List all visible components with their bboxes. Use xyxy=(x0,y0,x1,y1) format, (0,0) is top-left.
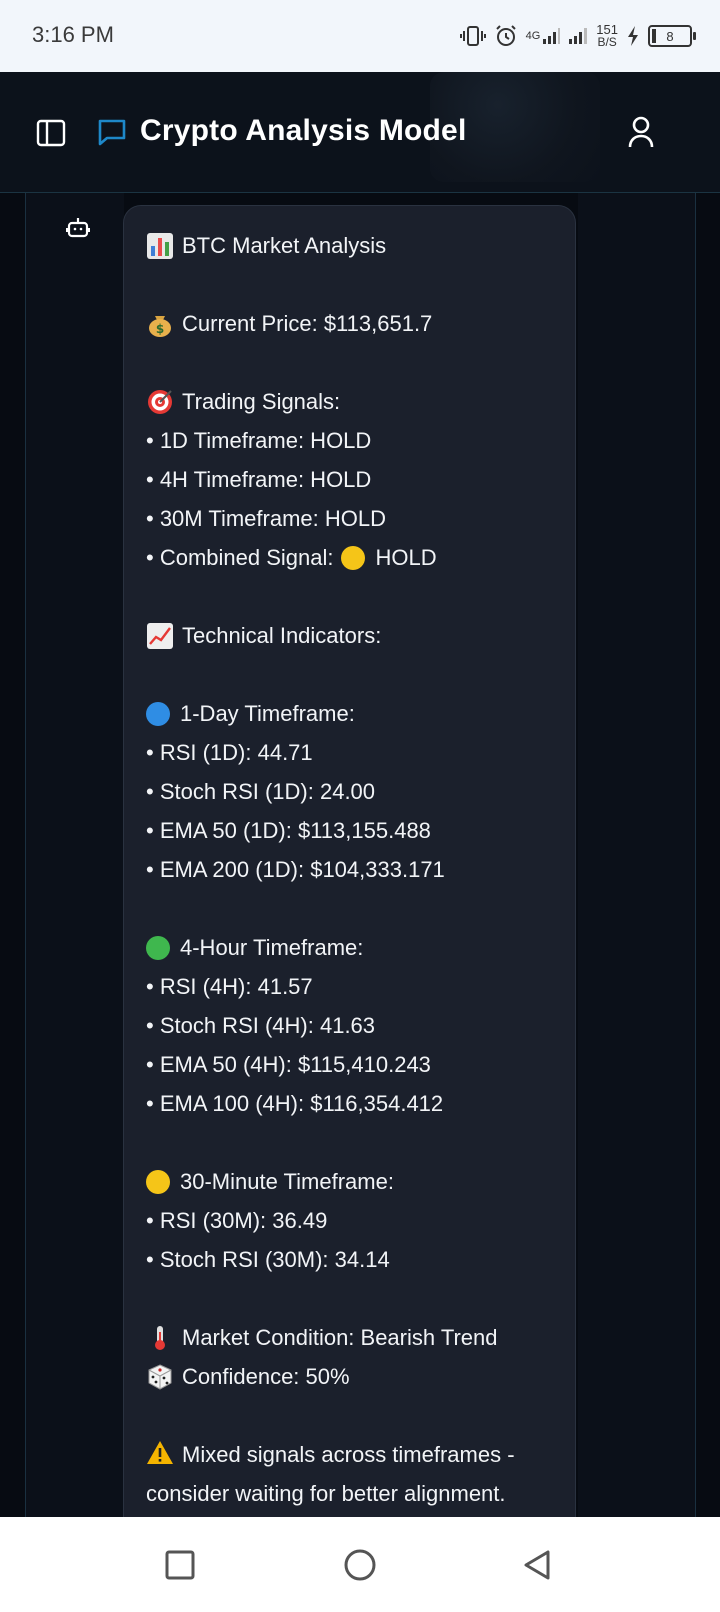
app-title: Crypto Analysis Model xyxy=(140,114,467,147)
network-speed-unit: B/S xyxy=(597,35,617,49)
home-button[interactable] xyxy=(342,1547,378,1583)
user-icon xyxy=(628,116,654,148)
indicator-item: • Stoch RSI (4H): 41.63 xyxy=(146,1013,376,1038)
dice-icon xyxy=(148,1363,172,1390)
indicator-item: • Stoch RSI (30M): 34.14 xyxy=(146,1247,390,1272)
alarm-icon xyxy=(494,24,518,48)
green-circle-icon xyxy=(146,935,170,960)
market-condition-line: Market Condition: Bearish Trend xyxy=(146,1318,566,1357)
bar-chart-icon xyxy=(147,232,173,259)
square-icon xyxy=(165,1550,195,1580)
day-timeframe-heading: 1-Day Timeframe: xyxy=(180,701,355,726)
battery-level: 8 xyxy=(666,28,674,44)
warning-line: Mixed signals across timeframes - consid… xyxy=(146,1435,566,1513)
assistant-message-bubble: BTC Market Analysis $ Current Price: $11… xyxy=(123,205,576,1517)
status-icons: 4G 151 B/S 8 xyxy=(459,18,696,54)
app-header: Crypto Analysis Model xyxy=(0,72,720,193)
combined-signal-line: • Combined Signal: HOLD xyxy=(146,538,566,577)
recents-button[interactable] xyxy=(162,1547,198,1583)
combined-signal-label: • Combined Signal: xyxy=(146,545,334,570)
indicator-item: • RSI (4H): 41.57 xyxy=(146,974,313,999)
yellow-circle-icon xyxy=(146,1169,170,1194)
message-content: BTC Market Analysis $ Current Price: $11… xyxy=(146,226,566,1513)
target-icon xyxy=(148,389,172,414)
signals-heading-line: Trading Signals: xyxy=(146,382,566,421)
chat-left-gutter xyxy=(26,193,124,1517)
signal-item: • 1D Timeframe: HOLD xyxy=(146,428,372,453)
chat-area[interactable]: BTC Market Analysis $ Current Price: $11… xyxy=(0,193,720,1517)
confidence: Confidence: 50% xyxy=(182,1364,350,1389)
indicator-item: • Stoch RSI (1D): 24.00 xyxy=(146,779,376,804)
confidence-line: Confidence: 50% xyxy=(146,1357,566,1396)
circle-icon xyxy=(344,1549,376,1581)
chat-right-gutter xyxy=(578,193,695,1517)
price-line: $ Current Price: $113,651.7 xyxy=(146,304,566,343)
chat-bubble-icon xyxy=(96,116,128,148)
indicator-item: • EMA 50 (1D): $113,155.488 xyxy=(146,818,431,843)
battery-icon: 8 xyxy=(648,25,696,47)
indicator-item: • RSI (1D): 44.71 xyxy=(146,740,313,765)
triangle-back-icon xyxy=(524,1550,550,1580)
message-title: BTC Market Analysis xyxy=(182,233,387,258)
blue-circle-icon xyxy=(146,701,170,726)
signal-item: • 4H Timeframe: HOLD xyxy=(146,467,372,492)
indicator-item: • RSI (30M): 36.49 xyxy=(146,1208,328,1233)
svg-text:$: $ xyxy=(156,322,164,336)
warning-text: Mixed signals across timeframes - consid… xyxy=(146,1442,515,1506)
yellow-circle-icon xyxy=(341,545,366,570)
status-time: 3:16 PM xyxy=(32,22,114,47)
chart-increasing-icon xyxy=(147,622,173,649)
message-title-line: BTC Market Analysis xyxy=(146,226,566,265)
hour-heading-line: 4-Hour Timeframe: xyxy=(146,928,566,967)
indicator-item: • EMA 50 (4H): $115,410.243 xyxy=(146,1052,431,1077)
vibrate-icon xyxy=(459,25,486,47)
divider xyxy=(695,193,696,1517)
current-price: Current Price: $113,651.7 xyxy=(182,311,433,336)
sidebar-icon xyxy=(36,119,66,147)
thermometer-icon xyxy=(155,1325,165,1350)
signal-item: • 30M Timeframe: HOLD xyxy=(146,506,386,531)
minute-timeframe-heading: 30-Minute Timeframe: xyxy=(180,1169,394,1194)
money-bag-icon: $ xyxy=(149,315,171,337)
network-4g-icon: 4G xyxy=(526,27,561,45)
signals-heading: Trading Signals: xyxy=(182,389,341,414)
market-condition: Market Condition: Bearish Trend xyxy=(182,1325,498,1350)
network-type: 4G xyxy=(525,30,541,42)
day-heading-line: 1-Day Timeframe: xyxy=(146,694,566,733)
user-profile-button[interactable] xyxy=(624,114,658,150)
network-speed: 151 B/S xyxy=(596,23,618,49)
indicator-item: • EMA 200 (1D): $104,333.171 xyxy=(146,857,445,882)
signal-icon xyxy=(568,27,588,45)
warning-icon xyxy=(147,1441,173,1464)
divider xyxy=(25,193,26,1517)
back-button[interactable] xyxy=(520,1547,556,1583)
charging-icon xyxy=(626,25,640,47)
minute-heading-line: 30-Minute Timeframe: xyxy=(146,1162,566,1201)
system-nav-bar xyxy=(0,1517,720,1612)
indicators-heading: Technical Indicators: xyxy=(182,623,382,648)
status-bar: 3:16 PM 4G 151 B/S 8 xyxy=(0,0,720,72)
indicators-heading-line: Technical Indicators: xyxy=(146,616,566,655)
bot-avatar-icon xyxy=(66,217,90,239)
hour-timeframe-heading: 4-Hour Timeframe: xyxy=(180,935,364,960)
indicator-item: • EMA 100 (4H): $116,354.412 xyxy=(146,1091,444,1116)
combined-signal-value: HOLD xyxy=(375,545,437,570)
sidebar-toggle-button[interactable] xyxy=(36,118,66,148)
